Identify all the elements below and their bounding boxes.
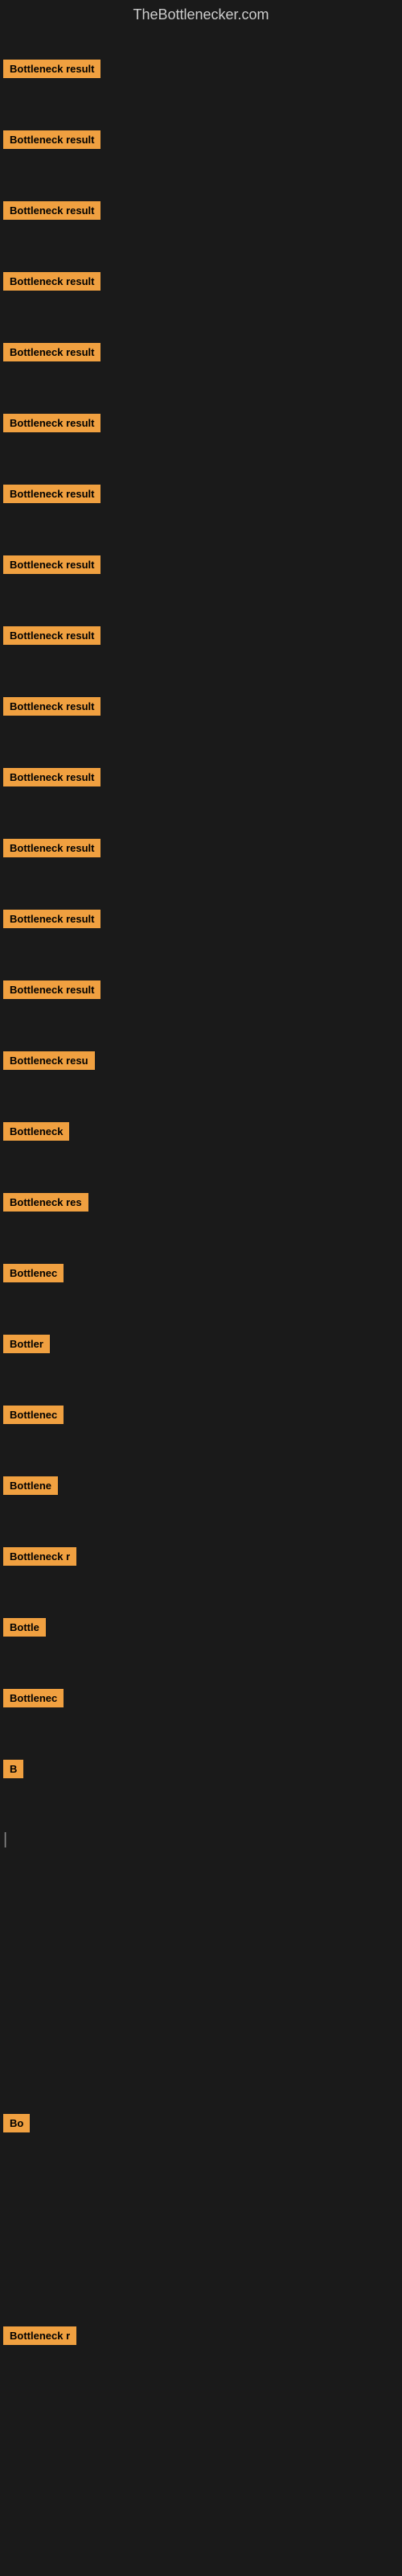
bottleneck-label: Bottleneck result — [3, 910, 100, 928]
bottleneck-row: Bottleneck result — [0, 529, 402, 600]
bottleneck-label: Bottler — [3, 1335, 50, 1353]
bottleneck-label: Bottleneck r — [3, 1547, 76, 1566]
bottleneck-row — [0, 1946, 402, 2017]
bottleneck-label: Bottleneck result — [3, 980, 100, 999]
bottleneck-label: Bottleneck result — [3, 60, 100, 78]
bottleneck-row: Bottleneck resu — [0, 1025, 402, 1096]
bottleneck-row — [0, 2158, 402, 2229]
bottleneck-row: Bottleneck res — [0, 1166, 402, 1237]
bottleneck-row: Bo — [0, 2087, 402, 2158]
bottleneck-row: Bottleneck r — [0, 2300, 402, 2371]
bottleneck-label: Bottleneck result — [3, 414, 100, 432]
bottleneck-label: Bottleneck result — [3, 768, 100, 786]
bottleneck-label: Bottleneck result — [3, 272, 100, 291]
bottleneck-label: Bottlenec — [3, 1264, 64, 1282]
bottleneck-label: Bottleneck resu — [3, 1051, 95, 1070]
pipe-separator: | — [3, 1831, 7, 1847]
bottleneck-row: Bottlenec — [0, 1237, 402, 1308]
bottleneck-label: Bottlenec — [3, 1406, 64, 1424]
bottleneck-row: Bottleneck result — [0, 883, 402, 954]
bottleneck-row: Bottleneck result — [0, 175, 402, 246]
bottleneck-row: Bottler — [0, 1308, 402, 1379]
bottleneck-row: | — [0, 1804, 402, 1875]
site-title: TheBottlenecker.com — [0, 0, 402, 33]
bottleneck-row: Bottleneck r — [0, 1521, 402, 1591]
bottleneck-row — [0, 2371, 402, 2442]
bottleneck-row — [0, 1875, 402, 1946]
bottleneck-row: Bottleneck result — [0, 104, 402, 175]
bottleneck-label: Bottleneck res — [3, 1193, 88, 1212]
bottleneck-label: Bottleneck result — [3, 201, 100, 220]
bottleneck-row: Bottleneck result — [0, 316, 402, 387]
bottleneck-row: Bottleneck result — [0, 600, 402, 671]
bottleneck-label: Bottleneck result — [3, 697, 100, 716]
bottleneck-label: Bottlene — [3, 1476, 58, 1495]
bottleneck-label: Bottlenec — [3, 1689, 64, 1707]
bottleneck-label: Bottleneck r — [3, 2326, 76, 2345]
bottleneck-label: Bottleneck result — [3, 839, 100, 857]
bottleneck-label: Bottleneck result — [3, 343, 100, 361]
bottleneck-row: Bottleneck result — [0, 954, 402, 1025]
bottleneck-label: Bottleneck result — [3, 555, 100, 574]
bottleneck-row: Bottleneck — [0, 1096, 402, 1166]
bottleneck-row: Bottleneck result — [0, 33, 402, 104]
bottleneck-label: Bottleneck result — [3, 626, 100, 645]
bottleneck-label: Bottleneck result — [3, 485, 100, 503]
bottleneck-label: Bo — [3, 2114, 30, 2132]
bottleneck-label: Bottleneck — [3, 1122, 69, 1141]
bottleneck-row — [0, 2017, 402, 2087]
bottleneck-row: Bottleneck result — [0, 741, 402, 812]
bottleneck-label: Bottleneck result — [3, 130, 100, 149]
bottleneck-label: Bottle — [3, 1618, 46, 1637]
bottleneck-row: Bottlenec — [0, 1379, 402, 1450]
bottleneck-row: B — [0, 1733, 402, 1804]
bottleneck-row: Bottleneck result — [0, 671, 402, 741]
bottleneck-row: Bottleneck result — [0, 246, 402, 316]
bottleneck-row: Bottle — [0, 1591, 402, 1662]
bottleneck-row: Bottlene — [0, 1450, 402, 1521]
bottleneck-row — [0, 2229, 402, 2300]
bottleneck-row: Bottleneck result — [0, 458, 402, 529]
bottleneck-label: B — [3, 1760, 23, 1778]
bottleneck-row: Bottleneck result — [0, 812, 402, 883]
bottleneck-row: Bottlenec — [0, 1662, 402, 1733]
bottleneck-row: Bottleneck result — [0, 387, 402, 458]
